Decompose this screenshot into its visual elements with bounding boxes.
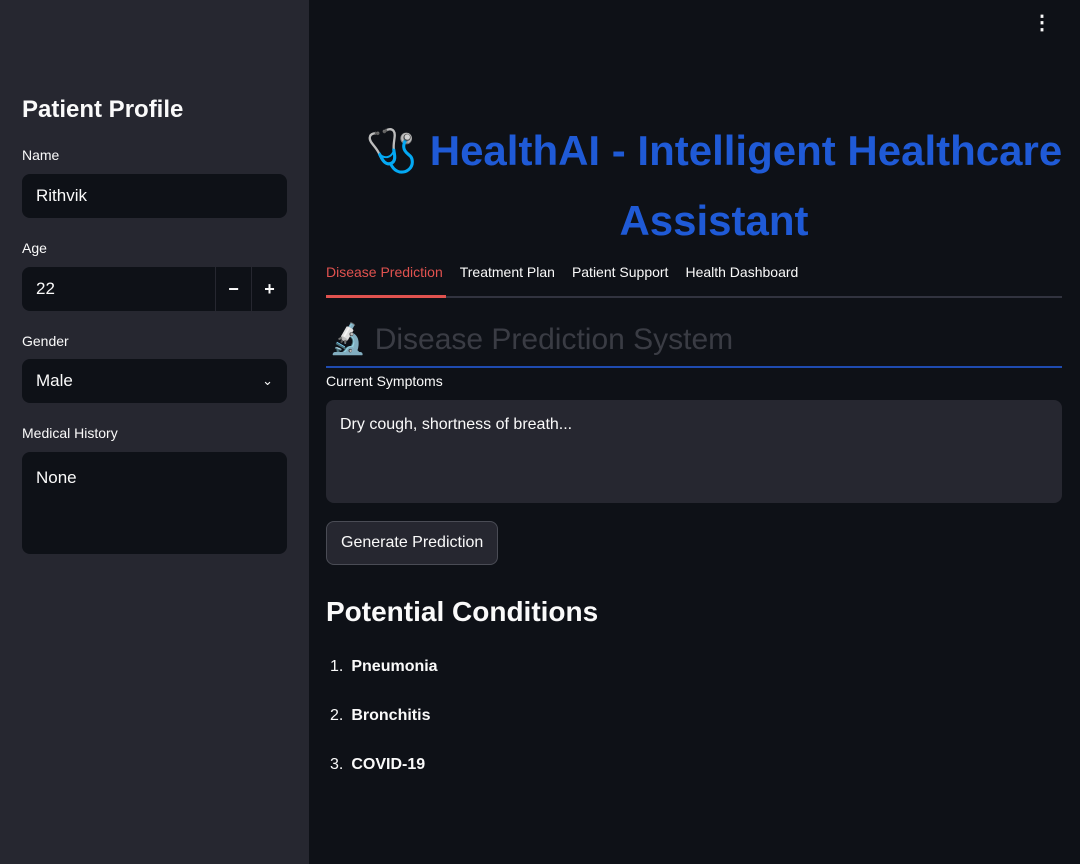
increment-button[interactable]: + — [251, 267, 287, 311]
name-input[interactable]: Rithvik — [22, 174, 287, 218]
age-input[interactable]: 22 − + — [22, 267, 287, 311]
gender-label: Gender — [22, 333, 69, 349]
chevron-down-icon: ⌄ — [262, 373, 273, 388]
active-tab-indicator — [326, 295, 446, 298]
sidebar: Patient Profile Name Rithvik Age 22 − + … — [0, 0, 309, 864]
tab-bar: Disease Prediction Treatment Plan Patien… — [326, 264, 798, 280]
section-divider — [326, 366, 1062, 368]
page-title: 🩺 HealthAI - Intelligent Healthcare Assi… — [365, 127, 1063, 244]
history-label: Medical History — [22, 425, 118, 441]
tab-treatment-plan[interactable]: Treatment Plan — [460, 264, 555, 280]
age-value: 22 — [36, 279, 55, 298]
symptoms-label: Current Symptoms — [326, 373, 443, 389]
results-title: Potential Conditions — [326, 596, 599, 627]
tab-health-dashboard[interactable]: Health Dashboard — [685, 264, 798, 280]
main: ⋮ 🩺 HealthAI - Intelligent Healthcare As… — [309, 0, 1080, 864]
gender-value: Male — [36, 371, 73, 390]
sidebar-title: Patient Profile — [22, 96, 184, 123]
age-label: Age — [22, 240, 47, 256]
tab-patient-support[interactable]: Patient Support — [572, 264, 669, 280]
name-label: Name — [22, 147, 60, 163]
more-menu-icon[interactable]: ⋮ — [1032, 10, 1052, 35]
condition-name: Bronchitis — [351, 707, 431, 724]
decrement-button[interactable]: − — [215, 267, 251, 311]
history-textarea[interactable]: None — [22, 452, 287, 554]
list-item: 1. Pneumonia — [330, 658, 438, 675]
condition-name: Pneumonia — [351, 658, 438, 675]
gender-select[interactable]: Male ⌄ — [22, 359, 287, 403]
section-title: 🔬 Disease Prediction System — [329, 323, 734, 356]
condition-name: COVID-19 — [351, 756, 426, 773]
list-item: 3. COVID-19 — [330, 756, 426, 773]
generate-prediction-button[interactable]: Generate Prediction — [326, 521, 499, 565]
symptoms-textarea[interactable]: Dry cough, shortness of breath... — [326, 400, 1062, 503]
tab-disease-prediction[interactable]: Disease Prediction — [326, 264, 443, 280]
list-item: 2. Bronchitis — [330, 707, 431, 724]
